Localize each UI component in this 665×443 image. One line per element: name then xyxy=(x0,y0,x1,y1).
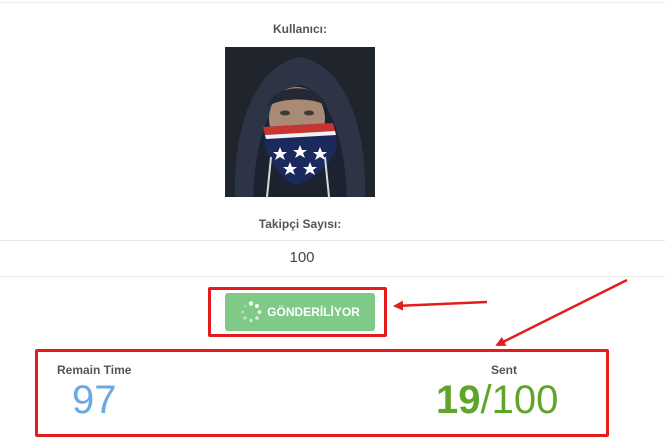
arrow-to-button xyxy=(393,300,488,311)
spinner-icon xyxy=(241,301,262,323)
remain-time-value: 97 xyxy=(72,378,117,422)
sent-value: 19/100 xyxy=(436,377,558,423)
divider xyxy=(0,276,665,277)
send-button-label: GÖNDERİLİYOR xyxy=(267,305,360,319)
follower-count-value: 100 xyxy=(289,249,315,266)
remain-time-label: Remain Time xyxy=(57,363,132,377)
follower-count-label: Takipçi Sayısı: xyxy=(258,217,342,231)
user-label: Kullanıcı: xyxy=(272,22,327,36)
avatar xyxy=(225,47,375,197)
avatar-image xyxy=(225,47,375,197)
arrow-to-stats xyxy=(495,278,628,347)
sent-total: 100 xyxy=(491,378,559,422)
sent-separator: / xyxy=(480,378,492,422)
sent-label: Sent xyxy=(491,363,518,377)
page: Kullanıcı: Takipçi Sayısı: 100 GÖNDERİLİ… xyxy=(0,0,665,443)
divider xyxy=(0,240,665,241)
sent-count: 19 xyxy=(436,378,481,422)
divider xyxy=(0,2,665,3)
send-button[interactable]: GÖNDERİLİYOR xyxy=(225,293,375,331)
